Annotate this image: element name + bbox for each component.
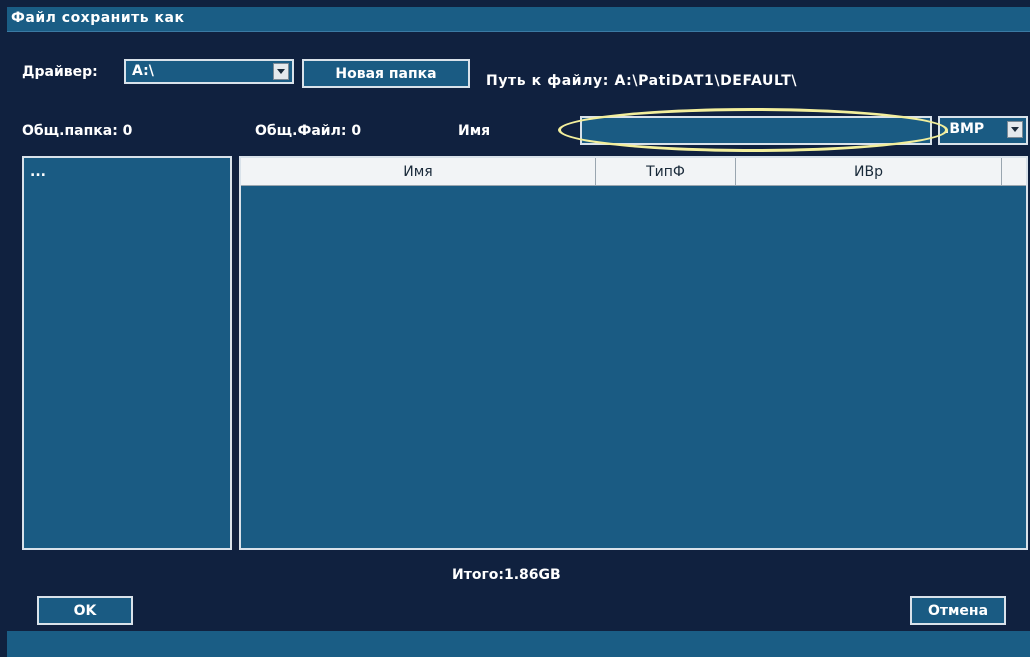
chevron-down-icon[interactable]	[273, 63, 289, 80]
driver-value: A:\	[132, 63, 154, 79]
folder-list-item-up[interactable]: ...	[30, 164, 46, 180]
ok-button[interactable]: OK	[37, 596, 133, 625]
extension-select[interactable]: .BMP	[938, 116, 1028, 145]
file-path-caption: Путь к файлу:	[486, 73, 609, 89]
total-size: Итого:1.86GB	[452, 567, 561, 583]
driver-select[interactable]: A:\	[124, 59, 294, 84]
file-path-value: A:\PatiDAT1\DEFAULT\	[614, 73, 798, 89]
extension-value: .BMP	[944, 121, 985, 137]
folder-count: Общ.папка: 0	[22, 123, 133, 139]
column-header-time[interactable]: ИВр	[736, 158, 1002, 185]
file-table-panel[interactable]: Имя ТипФ ИВр	[239, 156, 1028, 550]
chevron-down-icon[interactable]	[1007, 121, 1023, 138]
file-name-input[interactable]	[580, 116, 932, 145]
name-label: Имя	[458, 123, 491, 139]
file-path-label: Путь к файлу: A:\PatiDAT1\DEFAULT\	[486, 73, 797, 89]
cancel-button[interactable]: Отмена	[910, 596, 1006, 625]
file-count: Общ.Файл: 0	[255, 123, 362, 139]
column-header-name[interactable]: Имя	[241, 158, 596, 185]
file-table-header: Имя ТипФ ИВр	[241, 158, 1026, 186]
new-folder-button[interactable]: Новая папка	[302, 59, 470, 88]
folder-list-panel[interactable]: ...	[22, 156, 232, 550]
dialog-title: Файл сохранить как	[11, 10, 185, 26]
title-bar: Файл сохранить как	[7, 7, 1030, 32]
driver-label: Драйвер:	[22, 64, 98, 80]
status-bar	[7, 631, 1030, 657]
column-header-type[interactable]: ТипФ	[596, 158, 736, 185]
save-as-dialog: Файл сохранить как Драйвер: A:\ Новая па…	[0, 0, 1030, 657]
